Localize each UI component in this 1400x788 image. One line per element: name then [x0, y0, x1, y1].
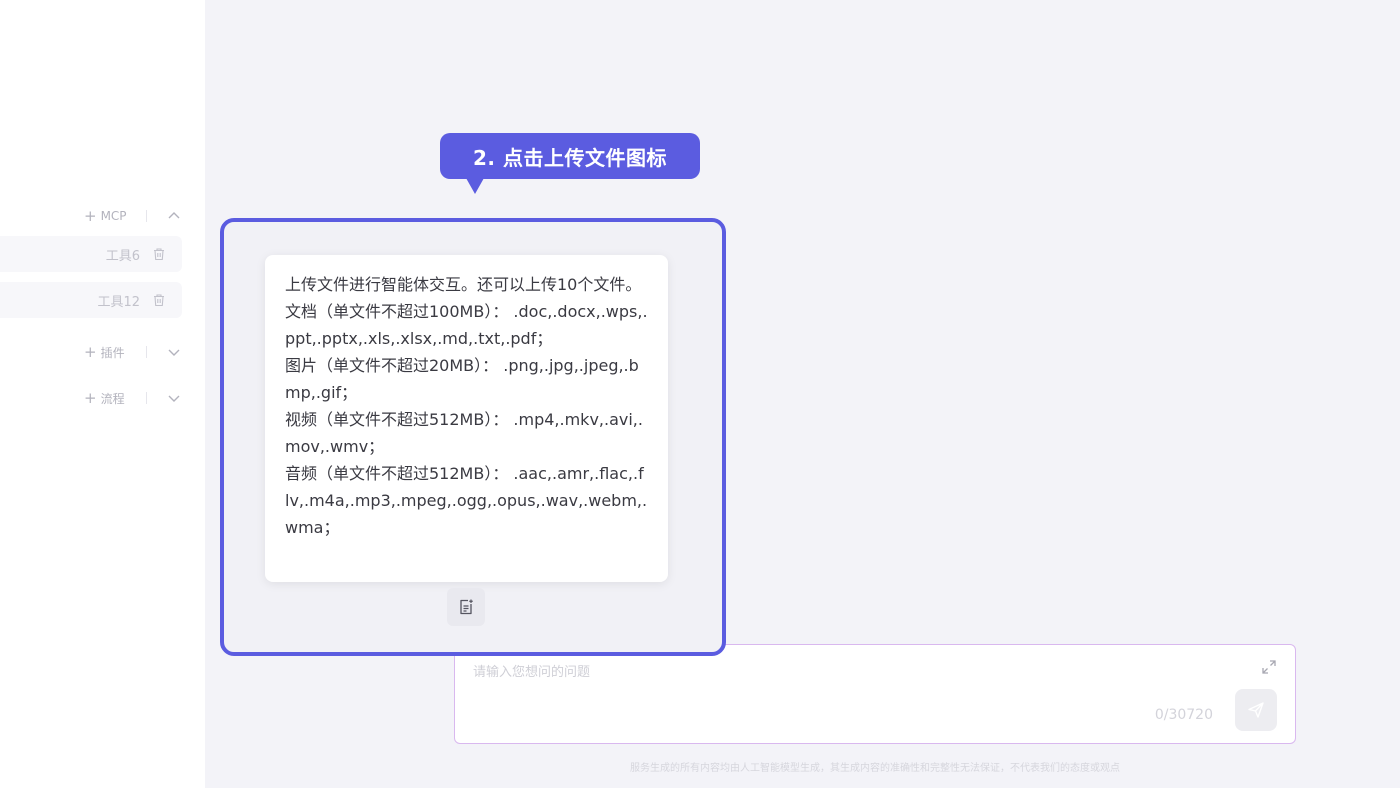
chat-input-placeholder: 请输入您想问的问题: [473, 665, 591, 680]
tooltip-line: 图片（单文件不超过20MB）： .png,.jpg,.jpeg,.bmp,.gi…: [285, 356, 639, 402]
sidebar-section-mcp[interactable]: + MCP: [84, 206, 184, 226]
tooltip-line: 音频（单文件不超过512MB）： .aac,.amr,.flac,.flv,.m…: [285, 464, 648, 537]
send-button[interactable]: [1235, 689, 1277, 731]
divider: [146, 210, 147, 222]
upload-file-button[interactable]: [447, 588, 485, 626]
sidebar-section-label: 插件: [100, 345, 125, 360]
sidebar: + MCP 工具6 工具12 + 插件 + 流程: [0, 0, 205, 788]
upload-file-icon: [460, 599, 473, 615]
tooltip-line: 文档（单文件不超过100MB）： .doc,.docx,.wps,.ppt,.p…: [285, 302, 648, 348]
divider: [146, 346, 147, 358]
char-counter: 0/30720: [1154, 707, 1213, 723]
chat-input[interactable]: 请输入您想问的问题 0/30720: [454, 644, 1296, 744]
expand-icon[interactable]: [1261, 659, 1277, 675]
plus-icon: +: [84, 206, 97, 225]
sidebar-section-label: MCP: [100, 209, 127, 223]
plus-icon: +: [84, 388, 97, 407]
disclaimer-text: 服务生成的所有内容均由人工智能模型生成，其生成内容的准确性和完整性无法保证，不代…: [630, 763, 1120, 774]
tooltip-line: 上传文件进行智能体交互。还可以上传10个文件。: [285, 275, 642, 294]
trash-icon[interactable]: [152, 293, 166, 307]
sidebar-tool-item[interactable]: 工具12: [0, 282, 182, 318]
chevron-down-icon[interactable]: [166, 344, 182, 360]
sidebar-section-plugins[interactable]: + 插件: [84, 342, 184, 362]
sidebar-tool-label: 工具12: [97, 295, 140, 310]
sidebar-section-flow[interactable]: + 流程: [84, 388, 184, 408]
sidebar-tool-item[interactable]: 工具6: [0, 236, 182, 272]
divider: [146, 392, 147, 404]
sidebar-tool-label: 工具6: [105, 249, 140, 264]
plus-icon: +: [84, 342, 97, 361]
sidebar-section-label: 流程: [100, 391, 125, 406]
callout-pointer: [466, 178, 484, 194]
guide-callout: 2. 点击上传文件图标: [440, 133, 700, 179]
upload-tooltip: 上传文件进行智能体交互。还可以上传10个文件。 文档（单文件不超过100MB）：…: [265, 255, 668, 582]
chevron-up-icon[interactable]: [166, 208, 182, 224]
tooltip-line: 视频（单文件不超过512MB）： .mp4,.mkv,.avi,.mov,.wm…: [285, 410, 643, 456]
send-icon: [1248, 702, 1264, 718]
trash-icon[interactable]: [152, 247, 166, 261]
chevron-down-icon[interactable]: [166, 390, 182, 406]
